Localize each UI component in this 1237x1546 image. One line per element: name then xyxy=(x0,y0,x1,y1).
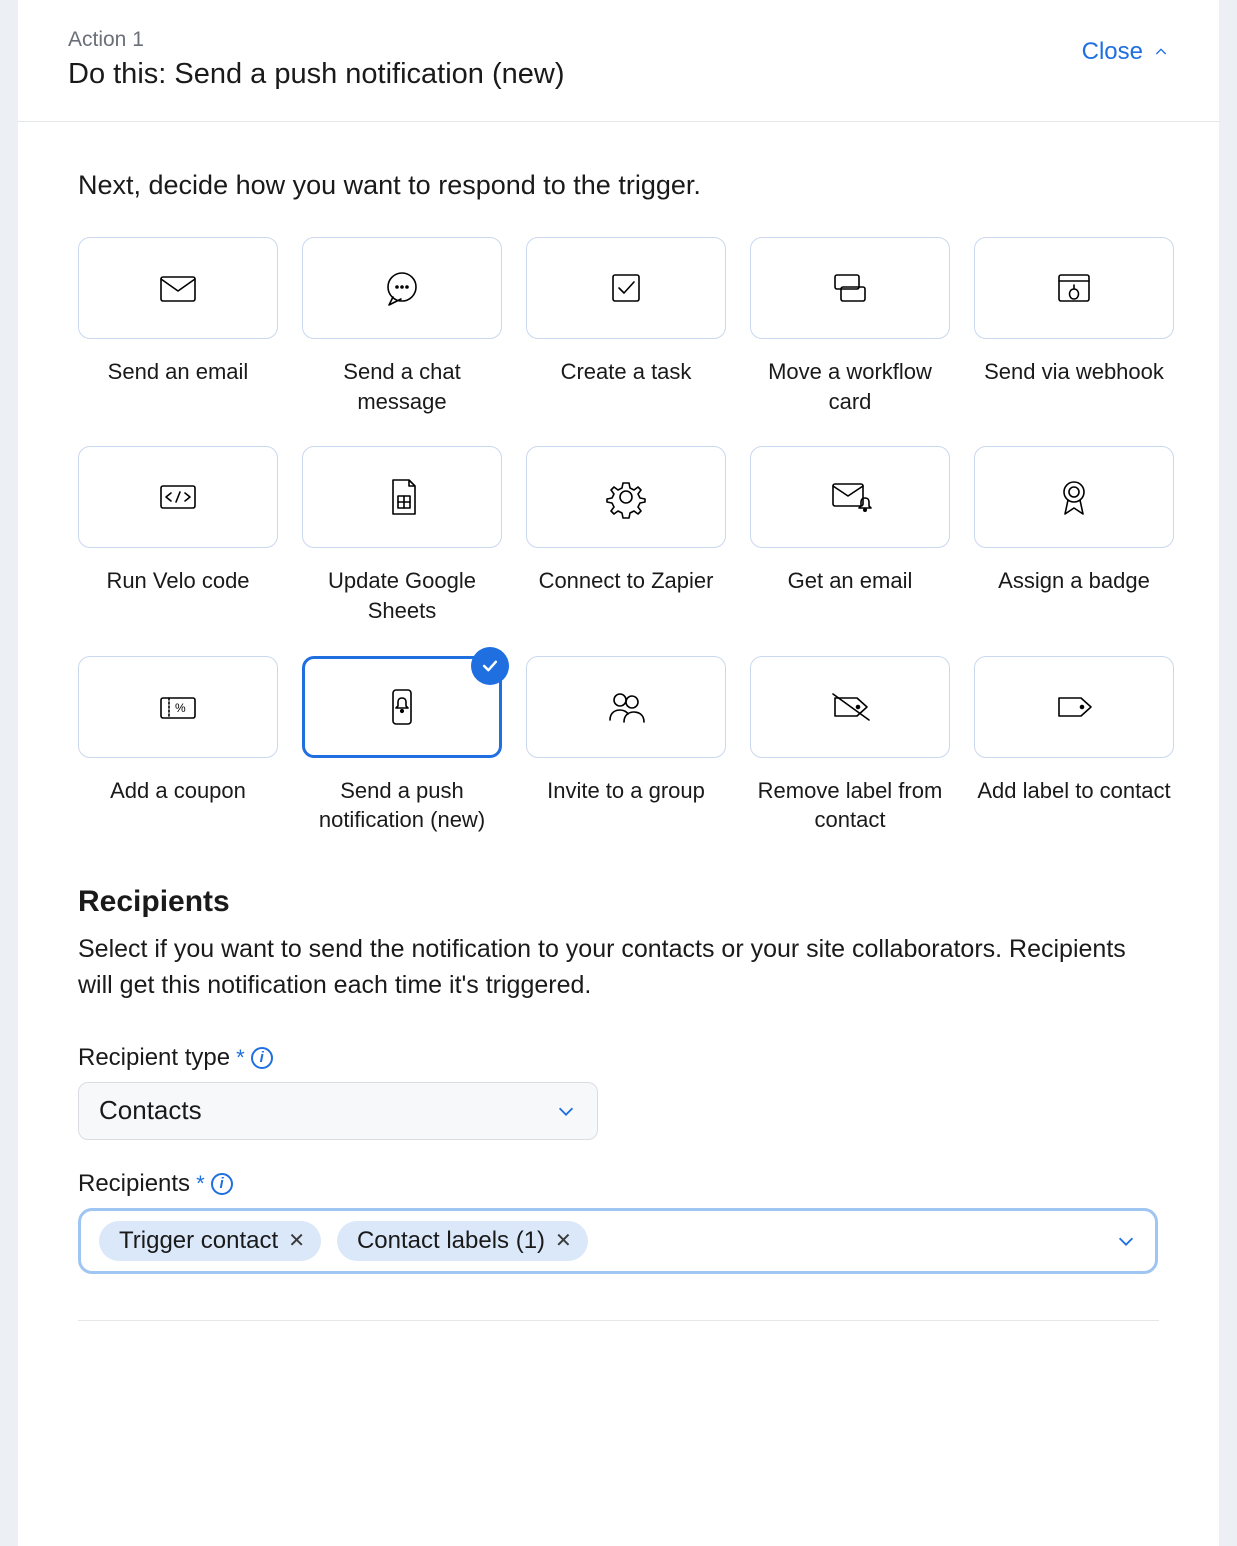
chip-label: Trigger contact xyxy=(119,1227,278,1255)
push-icon xyxy=(379,684,425,730)
action-grid: Send an email Send a chat message Create a… xyxy=(78,237,1159,835)
action-tile-run-velo: Run Velo code xyxy=(78,446,278,625)
action-tile-connect-zapier: Connect to Zapier xyxy=(526,446,726,625)
action-tile-label: Send an email xyxy=(108,357,249,387)
close-label: Close xyxy=(1082,38,1143,66)
check-square-icon xyxy=(603,265,649,311)
chevron-down-icon xyxy=(1115,1230,1137,1252)
recipient-type-select[interactable]: Contacts xyxy=(78,1082,598,1140)
chat-icon xyxy=(379,265,425,311)
recipient-type-label: Recipient type xyxy=(78,1044,230,1072)
prompt-text: Next, decide how you want to respond to … xyxy=(78,170,1159,201)
award-icon xyxy=(1051,474,1097,520)
action-tile-create-task: Create a task xyxy=(526,237,726,416)
cards-icon xyxy=(827,265,873,311)
action-tile-label: Send via webhook xyxy=(984,357,1164,387)
action-tile-add-label: Add label to contact xyxy=(974,656,1174,835)
webhook-icon xyxy=(1051,265,1097,311)
info-icon[interactable]: i xyxy=(211,1173,233,1195)
chevron-up-icon xyxy=(1153,44,1169,60)
action-tile-box[interactable] xyxy=(302,446,502,548)
action-tile-label: Get an email xyxy=(788,566,913,596)
action-header: Action 1 Do this: Send a push notificati… xyxy=(18,0,1219,122)
action-tile-box[interactable] xyxy=(526,656,726,758)
coupon-icon xyxy=(155,684,201,730)
action-tile-send-webhook: Send via webhook xyxy=(974,237,1174,416)
action-tile-get-email: Get an email xyxy=(750,446,950,625)
action-tile-box[interactable] xyxy=(302,237,502,339)
close-button[interactable]: Close xyxy=(1082,28,1169,66)
action-tile-add-coupon: Add a coupon xyxy=(78,656,278,835)
remove-tag-icon xyxy=(827,684,873,730)
action-tile-send-push: Send a push notification (new) xyxy=(302,656,502,835)
sheets-icon xyxy=(379,474,425,520)
group-icon xyxy=(603,684,649,730)
action-tile-send-chat: Send a chat message xyxy=(302,237,502,416)
required-mark: * xyxy=(196,1171,205,1197)
action-tile-send-email: Send an email xyxy=(78,237,278,416)
envelope-icon xyxy=(155,265,201,311)
action-tile-label: Add label to contact xyxy=(977,776,1170,806)
action-tile-box[interactable] xyxy=(974,656,1174,758)
selected-check-icon xyxy=(471,647,509,685)
action-tile-box[interactable] xyxy=(750,656,950,758)
action-tile-box[interactable] xyxy=(526,237,726,339)
envelope-bell-icon xyxy=(827,474,873,520)
recipients-desc: Select if you want to send the notificat… xyxy=(78,931,1138,1004)
chevron-down-icon xyxy=(555,1100,577,1122)
action-tile-move-workflow: Move a workflow card xyxy=(750,237,950,416)
action-tile-label: Remove label from contact xyxy=(750,776,950,835)
action-tile-label: Run Velo code xyxy=(106,566,249,596)
chip-remove-icon[interactable]: ✕ xyxy=(288,1231,305,1251)
action-tile-label: Invite to a group xyxy=(547,776,705,806)
recipient-type-value: Contacts xyxy=(99,1095,202,1126)
action-tile-label: Add a coupon xyxy=(110,776,246,806)
action-tile-box[interactable] xyxy=(526,446,726,548)
action-tile-box[interactable] xyxy=(78,446,278,548)
chip-label: Contact labels (1) xyxy=(357,1227,545,1255)
divider xyxy=(78,1320,1159,1321)
gear-icon xyxy=(603,474,649,520)
recipient-chip: Contact labels (1) ✕ xyxy=(337,1221,588,1261)
required-mark: * xyxy=(236,1045,245,1071)
action-tile-box[interactable] xyxy=(974,237,1174,339)
action-tile-label: Send a chat message xyxy=(302,357,502,416)
action-tile-label: Send a push notification (new) xyxy=(302,776,502,835)
action-tile-label: Assign a badge xyxy=(998,566,1150,596)
action-tile-box[interactable] xyxy=(78,237,278,339)
recipients-multiselect[interactable]: Trigger contact ✕ Contact labels (1) ✕ xyxy=(78,1208,1158,1274)
step-label: Action 1 xyxy=(68,28,565,52)
chip-remove-icon[interactable]: ✕ xyxy=(555,1231,572,1251)
info-icon[interactable]: i xyxy=(251,1047,273,1069)
code-icon xyxy=(155,474,201,520)
action-tile-update-sheets: Update Google Sheets xyxy=(302,446,502,625)
action-tile-label: Create a task xyxy=(561,357,692,387)
action-tile-box[interactable] xyxy=(78,656,278,758)
action-tile-assign-badge: Assign a badge xyxy=(974,446,1174,625)
action-tile-invite-group: Invite to a group xyxy=(526,656,726,835)
recipients-title: Recipients xyxy=(78,885,1159,919)
action-title: Do this: Send a push notification (new) xyxy=(68,58,565,91)
action-tile-box[interactable] xyxy=(302,656,502,758)
action-tile-label: Update Google Sheets xyxy=(302,566,502,625)
action-tile-remove-label: Remove label from contact xyxy=(750,656,950,835)
action-tile-box[interactable] xyxy=(750,237,950,339)
action-tile-label: Move a workflow card xyxy=(750,357,950,416)
recipient-chip: Trigger contact ✕ xyxy=(99,1221,321,1261)
add-tag-icon xyxy=(1051,684,1097,730)
action-tile-box[interactable] xyxy=(974,446,1174,548)
action-tile-box[interactable] xyxy=(750,446,950,548)
recipients-label: Recipients xyxy=(78,1170,190,1198)
action-tile-label: Connect to Zapier xyxy=(539,566,714,596)
